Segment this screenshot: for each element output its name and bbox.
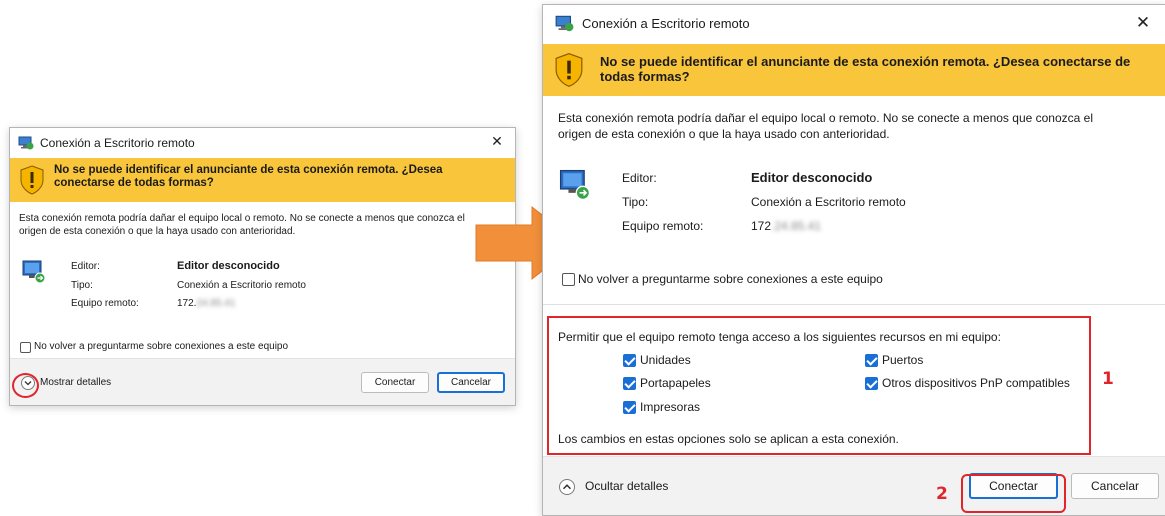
small-remote-blurred: 24.85.41 [196, 298, 236, 309]
large-remote-label: Equipo remoto: [622, 219, 704, 233]
large-type-value: Conexión a Escritorio remoto [751, 195, 906, 209]
step-1-label: 1 [1102, 369, 1114, 389]
step-2-label: 2 [936, 484, 948, 504]
large-body-text: Esta conexión remota podría dañar el equ… [558, 111, 1093, 141]
large-dont-ask-label: No volver a preguntarme sobre conexiones… [578, 272, 883, 286]
small-remote-value: 172.24.85.41 [177, 298, 235, 309]
remote-computer-icon [558, 168, 592, 207]
small-footer: Mostrar detalles Conectar Cancelar [10, 358, 515, 405]
small-close-button[interactable]: ✕ [485, 133, 509, 150]
warning-shield-icon [555, 52, 583, 93]
hide-details-chevron-icon[interactable] [559, 479, 575, 495]
remote-desktop-icon [18, 136, 34, 155]
small-warning-band: No se puede identificar el anunciante de… [10, 158, 515, 202]
large-close-button[interactable]: ✕ [1129, 13, 1157, 33]
large-dont-ask-checkbox[interactable] [562, 273, 575, 286]
large-separator [543, 304, 1165, 305]
small-rdp-dialog: Conexión a Escritorio remoto ✕ No se pue… [9, 127, 516, 406]
small-type-value: Conexión a Escritorio remoto [177, 280, 306, 291]
small-show-details-highlight [12, 373, 39, 398]
connect-highlight-box [961, 474, 1066, 513]
small-dont-ask-checkbox[interactable] [20, 342, 31, 353]
small-editor-label: Editor: [71, 261, 100, 272]
remote-computer-icon [21, 259, 47, 290]
large-type-label: Tipo: [622, 195, 649, 209]
small-title: Conexión a Escritorio remoto [40, 136, 195, 150]
large-titlebar: Conexión a Escritorio remoto ✕ [543, 5, 1165, 41]
small-remote-prefix: 172. [177, 298, 197, 309]
small-cancel-button[interactable]: Cancelar [437, 372, 505, 393]
large-warning-text: No se puede identificar el anunciante de… [600, 54, 1131, 84]
small-dont-ask-label: No volver a preguntarme sobre conexiones… [34, 341, 289, 352]
large-footer: Ocultar detalles Conectar Cancelar [543, 456, 1165, 515]
small-body-text: Esta conexión remota podría dañar el equ… [19, 213, 465, 237]
hide-details-label[interactable]: Ocultar detalles [585, 479, 668, 493]
large-editor-label: Editor: [622, 171, 657, 185]
show-details-label[interactable]: Mostrar detalles [40, 377, 111, 388]
large-editor-value: Editor desconocido [751, 170, 873, 185]
small-warning-text: No se puede identificar el anunciante de… [54, 164, 443, 190]
small-type-label: Tipo: [71, 280, 93, 291]
small-remote-label: Equipo remoto: [71, 298, 139, 309]
large-warning-band: No se puede identificar el anunciante de… [543, 44, 1165, 96]
large-title: Conexión a Escritorio remoto [582, 16, 750, 31]
small-connect-button[interactable]: Conectar [361, 372, 429, 393]
warning-shield-icon [20, 165, 44, 200]
small-editor-value: Editor desconocido [177, 260, 280, 272]
remote-desktop-icon [555, 15, 574, 37]
small-titlebar: Conexión a Escritorio remoto ✕ [10, 128, 515, 158]
large-remote-prefix: 172 [751, 219, 772, 233]
large-cancel-button[interactable]: Cancelar [1071, 473, 1159, 499]
large-remote-value: 172.24.85.41 [751, 219, 821, 233]
large-remote-blurred: .24.85.41 [771, 219, 822, 233]
resources-highlight-box [547, 316, 1091, 455]
